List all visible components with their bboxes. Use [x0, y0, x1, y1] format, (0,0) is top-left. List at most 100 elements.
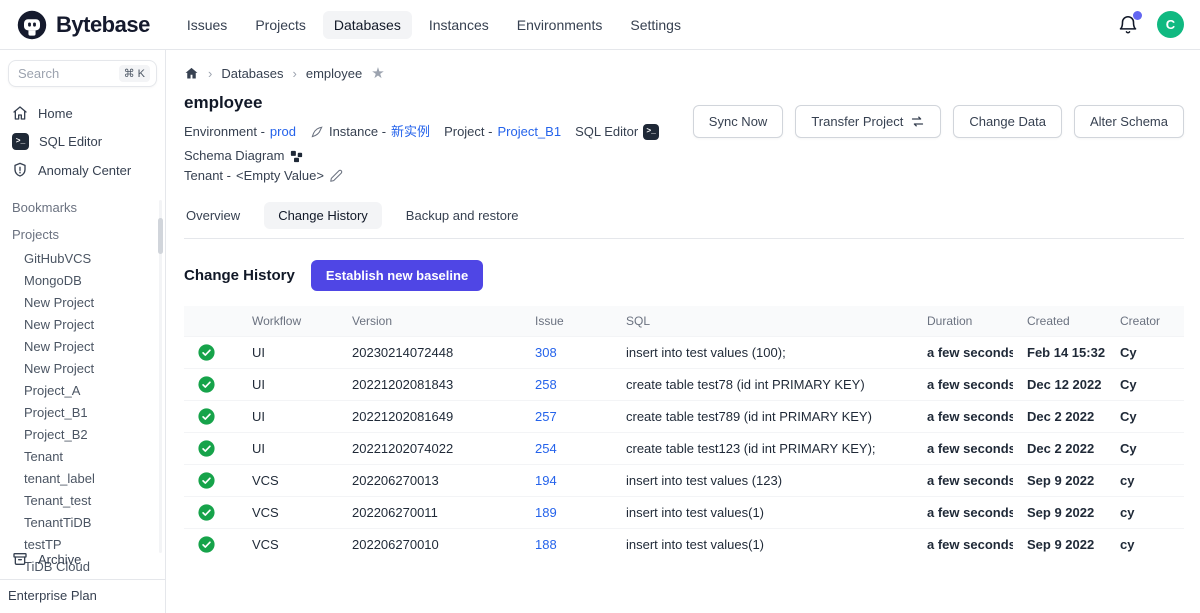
sidebar-item-archive[interactable]: Archive	[8, 545, 157, 573]
nav-item-environments[interactable]: Environments	[506, 11, 614, 39]
project-item[interactable]: Tenant	[8, 446, 157, 468]
duration-cell: a few seconds	[913, 369, 1013, 401]
project-item[interactable]: New Project	[8, 358, 157, 380]
sql-editor-shortcut[interactable]: SQL Editor >_	[575, 122, 659, 142]
version-cell: 20221202074022	[338, 433, 521, 465]
project-item[interactable]: Project_A	[8, 380, 157, 402]
sql-cell: insert into test values(1)	[612, 529, 913, 561]
table-row[interactable]: UI20221202074022 254 create table test123 …	[184, 433, 1184, 465]
project-item[interactable]: New Project	[8, 292, 157, 314]
project-link[interactable]: Project_B1	[497, 122, 561, 142]
tab-change-history[interactable]: Change History	[264, 202, 382, 229]
search-box[interactable]: ⌘ K	[8, 60, 157, 87]
instance-link[interactable]: 新实例	[391, 122, 430, 142]
schema-diagram-icon	[289, 149, 304, 164]
sidebar: ⌘ K Home >_ SQL Editor	[0, 50, 166, 613]
projects-section-label: Projects	[8, 223, 157, 246]
issue-link[interactable]: 188	[535, 537, 557, 552]
transfer-project-label: Transfer Project	[811, 114, 903, 129]
sidebar-item-sql-editor[interactable]: >_ SQL Editor	[8, 127, 157, 156]
created-cell: Dec 12 2022	[1013, 369, 1106, 401]
success-status-icon	[198, 376, 215, 393]
tab-overview[interactable]: Overview	[184, 202, 242, 229]
breadcrumb: › Databases › employee ★	[184, 66, 1184, 81]
transfer-arrows-icon	[910, 114, 925, 129]
archive-icon	[12, 551, 28, 567]
sql-cell: insert into test values (100);	[612, 337, 913, 369]
project-item[interactable]: GitHubVCS	[8, 248, 157, 270]
created-cell: Sep 9 2022	[1013, 529, 1106, 561]
issue-link[interactable]: 308	[535, 345, 557, 360]
environment-link[interactable]: prod	[270, 122, 296, 142]
tenant-value: <Empty Value>	[236, 166, 324, 186]
project-item[interactable]: Project_B1	[8, 402, 157, 424]
bookmark-star-icon[interactable]: ★	[371, 66, 384, 81]
sync-now-button[interactable]: Sync Now	[693, 105, 784, 138]
sql-cell: insert into test values(1)	[612, 497, 913, 529]
creator-cell: cy	[1106, 497, 1184, 529]
sql-cell: create table test123 (id int PRIMARY KEY…	[612, 433, 913, 465]
column-created: Created	[1013, 306, 1106, 337]
avatar[interactable]: C	[1157, 11, 1184, 38]
project-item[interactable]: TenantTiDB	[8, 512, 157, 534]
nav-item-instances[interactable]: Instances	[418, 11, 500, 39]
nav-item-settings[interactable]: Settings	[619, 11, 692, 39]
search-input[interactable]	[18, 66, 104, 81]
edit-pencil-icon[interactable]	[329, 169, 343, 183]
change-history-title: Change History	[184, 267, 295, 284]
sql-cell: create table test78 (id int PRIMARY KEY)	[612, 369, 913, 401]
database-meta-row-2: Tenant - <Empty Value>	[184, 166, 764, 186]
table-row[interactable]: VCS202206270011189insert into test value…	[184, 497, 1184, 529]
project-item[interactable]: New Project	[8, 314, 157, 336]
issue-link[interactable]: 194	[535, 473, 557, 488]
issue-link[interactable]: 254	[535, 441, 557, 456]
issue-link[interactable]: 258	[535, 377, 557, 392]
transfer-project-button[interactable]: Transfer Project	[795, 105, 941, 138]
nav-item-issues[interactable]: Issues	[176, 11, 238, 39]
column-issue: Issue	[521, 306, 612, 337]
table-row[interactable]: UI20221202081649257create table test789 …	[184, 401, 1184, 433]
breadcrumb-databases[interactable]: Databases	[221, 66, 283, 81]
project-item[interactable]: New Project	[8, 336, 157, 358]
bookmarks-section-label: Bookmarks	[8, 196, 157, 219]
duration-cell: a few seconds	[913, 529, 1013, 561]
issue-link[interactable]: 257	[535, 409, 557, 424]
project-item[interactable]: Project_B2	[8, 424, 157, 446]
terminal-icon: >_	[643, 124, 659, 140]
table-row[interactable]: VCS202206270013194insert into test value…	[184, 465, 1184, 497]
change-data-button[interactable]: Change Data	[953, 105, 1062, 138]
tenant-label: Tenant -	[184, 166, 231, 186]
tab-backup-and-restore[interactable]: Backup and restore	[404, 202, 521, 229]
notifications-button[interactable]	[1117, 14, 1139, 36]
database-meta-row-1: Environment - prod Instance - 新实例 Projec…	[184, 122, 764, 166]
database-tabs: Overview Change History Backup and resto…	[184, 202, 1184, 239]
terminal-icon: >_	[12, 133, 29, 150]
bytebase-logo[interactable]: Bytebase	[16, 9, 150, 41]
sidebar-item-anomaly-center[interactable]: Anomaly Center	[8, 156, 157, 184]
table-row[interactable]: UI20221202081843258create table test78 (…	[184, 369, 1184, 401]
nav-item-projects[interactable]: Projects	[244, 11, 317, 39]
schema-diagram-shortcut[interactable]: Schema Diagram	[184, 146, 304, 166]
column-duration: Duration	[913, 306, 1013, 337]
nav-item-databases[interactable]: Databases	[323, 11, 412, 39]
sql-cell: insert into test values (123)	[612, 465, 913, 497]
table-row[interactable]: VCS202206270010188insert into test value…	[184, 529, 1184, 561]
sidebar-item-home[interactable]: Home	[8, 99, 157, 127]
project-item[interactable]: tenant_label	[8, 468, 157, 490]
workflow-cell: UI	[238, 433, 338, 465]
column-creator: Creator	[1106, 306, 1184, 337]
alter-schema-button[interactable]: Alter Schema	[1074, 105, 1184, 138]
issue-link[interactable]: 189	[535, 505, 557, 520]
created-cell: Dec 2 2022	[1013, 401, 1106, 433]
sidebar-scrollbar-thumb[interactable]	[158, 218, 163, 254]
establish-baseline-button[interactable]: Establish new baseline	[311, 260, 483, 291]
success-status-icon	[198, 440, 215, 457]
project-item[interactable]: Tenant_test	[8, 490, 157, 512]
success-status-icon	[198, 472, 215, 489]
table-row[interactable]: UI20230214072448308insert into test valu…	[184, 337, 1184, 369]
duration-cell: a few seconds	[913, 337, 1013, 369]
version-cell: 202206270013	[338, 465, 521, 497]
breadcrumb-home-icon[interactable]	[184, 66, 199, 81]
project-item[interactable]: MongoDB	[8, 270, 157, 292]
sidebar-item-label: Home	[38, 106, 73, 121]
